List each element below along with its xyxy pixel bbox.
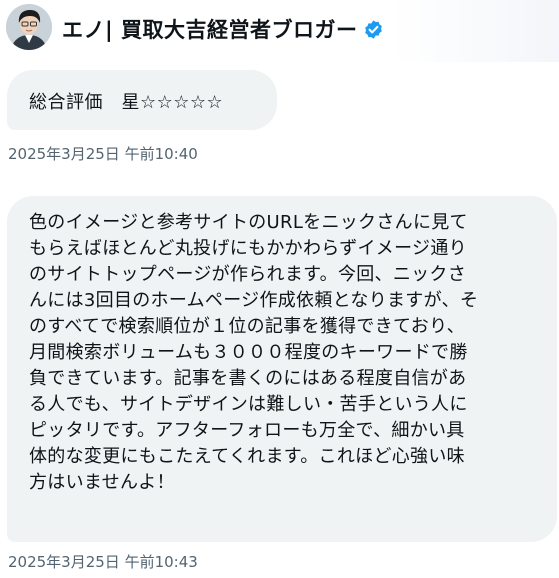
message-timestamp: 2025年3月25日 午前10:40 [8, 145, 198, 163]
avatar[interactable] [6, 4, 52, 50]
message-text-line: んには3回目のホームページ作成依頼となりますが、そ [29, 290, 479, 311]
display-name: エノ| 買取大吉経営者ブロガー [62, 18, 358, 42]
message-text-line: る人でも、サイトデザインは難しい・苦手という人に [29, 394, 468, 415]
message-thread: エノ| 買取大吉経営者ブロガー 総合評価 星☆☆☆☆☆ 2025年3月25日 午… [0, 0, 559, 578]
conversation-header: エノ| 買取大吉経営者ブロガー [0, 0, 559, 62]
message-text: 色のイメージと参考サイトのURLをニックさんに見て もらえばほとんど丸投げにもか… [29, 210, 544, 496]
message-text-line: 負できています。記事を書くのにはある程度自信があ [29, 368, 467, 389]
message-text-line: 色のイメージと参考サイトのURLをニックさんに見て [29, 212, 468, 233]
message-text-line: 体的な変更にもこたえてくれます。これほど心強い味 [29, 446, 465, 467]
display-name-row[interactable]: エノ| 買取大吉経営者ブロガー [62, 14, 384, 44]
message-text-line: 方はいませんよ！ [29, 472, 175, 493]
message-bubble[interactable]: 総合評価 星☆☆☆☆☆ [7, 70, 277, 130]
message-text-line: もらえばほとんど丸投げにもかかわらずイメージ通り [29, 238, 467, 259]
message-text-line: のサイトトップページが作られます。今回、ニックさ [29, 264, 467, 285]
message-text: 総合評価 星☆☆☆☆☆ [29, 92, 224, 113]
message-timestamp: 2025年3月25日 午前10:43 [8, 553, 198, 571]
message-text-line: のすべてで検索順位が１位の記事を獲得できており、 [29, 316, 465, 337]
verified-badge-icon [365, 19, 383, 39]
person-avatar-icon [6, 4, 52, 50]
message-text-line: ピッタリです。アフターフォローも万全で、細かい具 [29, 420, 465, 441]
message-text-line: 月間検索ボリュームも３０００程度のキーワードで勝 [29, 342, 468, 363]
message-bubble[interactable]: 色のイメージと参考サイトのURLをニックさんに見て もらえばほとんど丸投げにもか… [7, 196, 557, 542]
